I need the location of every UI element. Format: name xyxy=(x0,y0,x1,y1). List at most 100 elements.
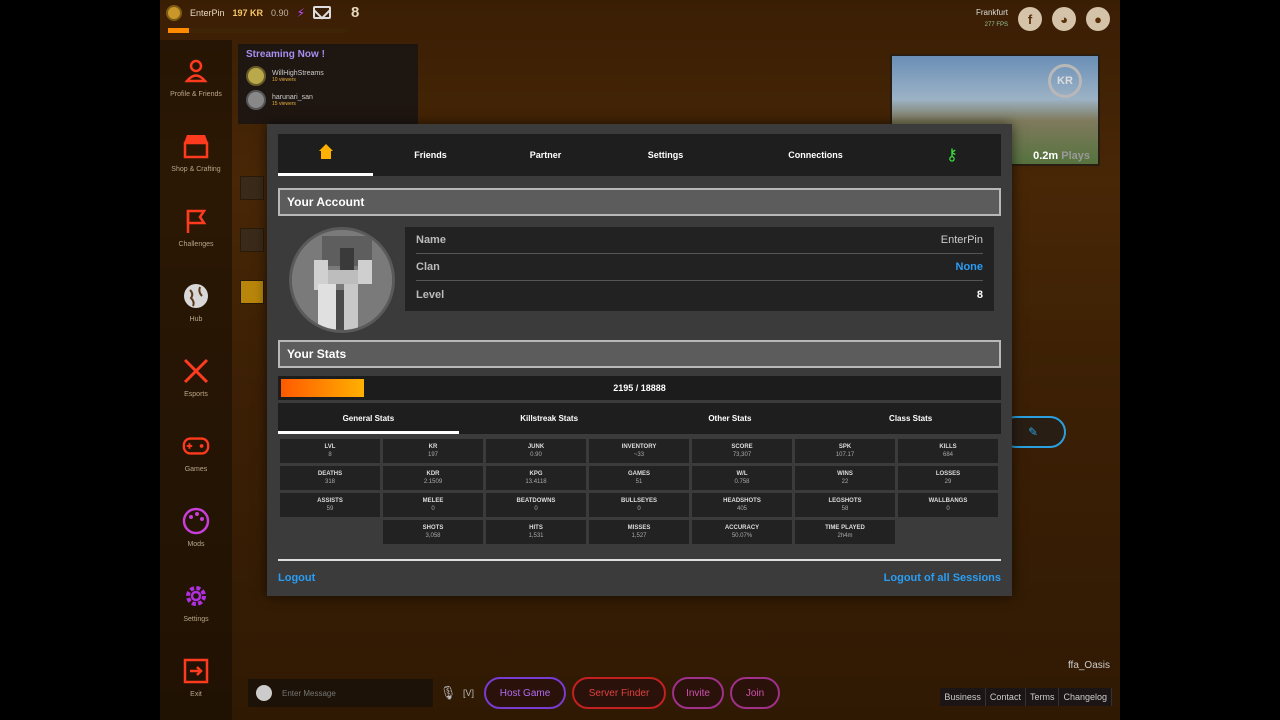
stat-name: KR xyxy=(428,444,438,450)
tab-class-stats[interactable]: Class Stats xyxy=(820,403,1001,434)
stat-cell: SCORE 73,307 xyxy=(692,439,792,463)
sidebar-item-hub[interactable]: Hub xyxy=(160,265,232,340)
stat-cell: HITS 1,531 xyxy=(486,520,586,544)
tab-other-stats[interactable]: Other Stats xyxy=(640,403,821,434)
stat-value: 2.1509 xyxy=(423,479,443,485)
stat-cell: LEGSHOTS 58 xyxy=(795,493,895,517)
sidebar-item-settings[interactable]: Settings xyxy=(160,565,232,640)
xp-progress-text: 2195 / 18888 xyxy=(613,383,666,393)
stat-cell: ACCURACY 50.07% xyxy=(692,520,792,544)
footer-links: Business Contact Terms Changelog xyxy=(940,688,1112,706)
stat-value: 29 xyxy=(944,479,952,485)
main-sidebar: Profile & Friends Shop & Crafting Challe… xyxy=(160,40,232,720)
side-thumbnail[interactable] xyxy=(240,228,264,252)
stats-row: SHOTS 3,058 HITS 1,531 MISSES 1,527 ACCURACY 50… xyxy=(280,520,999,544)
xp-progress-bar: 2195 / 18888 xyxy=(278,376,1001,400)
stream-viewers: 15 viewers xyxy=(272,100,296,107)
sidebar-label: Games xyxy=(184,466,208,473)
stat-name: BEATDOWNS xyxy=(516,498,556,504)
tab-connections[interactable]: Connections xyxy=(728,134,903,176)
preview-plays: 0.2m Plays xyxy=(1033,150,1090,162)
mail-icon[interactable] xyxy=(313,6,332,19)
top-hud: EnterPin 197 KR 0.90 ⚡ 8 Frankfurt 277 F… xyxy=(160,0,1120,36)
streamer-avatar xyxy=(246,90,266,110)
swords-icon xyxy=(182,357,210,385)
stat-name: KILLS xyxy=(939,444,957,450)
sidebar-item-exit[interactable]: Exit xyxy=(160,640,232,715)
globe-icon xyxy=(182,282,210,310)
sidebar-item-games[interactable]: Games xyxy=(160,415,232,490)
tab-friends[interactable]: Friends xyxy=(373,134,488,176)
chat-input[interactable] xyxy=(282,688,422,698)
sidebar-item-esports[interactable]: Esports xyxy=(160,340,232,415)
stat-value: 51 xyxy=(635,479,643,485)
hud-kr: 197 KR xyxy=(232,7,264,18)
sidebar-item-challenges[interactable]: Challenges xyxy=(160,190,232,265)
mic-muted-icon[interactable]: 🎙 xyxy=(439,684,457,702)
discord-icon[interactable]: ◕ xyxy=(1052,7,1076,31)
reddit-icon[interactable]: ● xyxy=(1086,7,1110,31)
stats-row: LVL 8 KR 197 JUNK 0.90 INVENTORY ~33 SCORE 73,307… xyxy=(280,439,999,463)
invite-button[interactable]: Invite xyxy=(672,677,725,709)
stat-value: 684 xyxy=(942,452,953,458)
stat-cell: BEATDOWNS 0 xyxy=(486,493,586,517)
stat-cell: ASSISTS 59 xyxy=(280,493,380,517)
stat-value: 197 xyxy=(427,452,438,458)
stat-name: GAMES xyxy=(627,471,650,477)
facebook-icon[interactable]: f xyxy=(1018,7,1042,31)
kr-badge-icon: KR xyxy=(1048,64,1082,98)
stats-grid: LVL 8 KR 197 JUNK 0.90 INVENTORY ~33 SCORE 73,307… xyxy=(280,439,999,547)
shop-icon xyxy=(182,132,210,160)
server-finder-button[interactable]: Server Finder xyxy=(572,677,667,709)
stat-name: SHOTS xyxy=(422,525,444,531)
stat-value: 22 xyxy=(841,479,849,485)
streaming-title: Streaming Now ! xyxy=(246,49,325,60)
tab-killstreak-stats[interactable]: Killstreak Stats xyxy=(459,403,640,434)
stat-cell: WINS 22 xyxy=(795,466,895,490)
stat-value: 0 xyxy=(637,506,641,512)
logout-all-sessions-link[interactable]: Logout of all Sessions xyxy=(884,572,1001,584)
side-thumbnail[interactable] xyxy=(240,176,264,200)
tab-settings[interactable]: Settings xyxy=(603,134,728,176)
tab-general-stats[interactable]: General Stats xyxy=(278,403,459,434)
stat-name: KDR xyxy=(426,471,440,477)
stream-viewers: 10 viewers xyxy=(272,76,296,83)
sidebar-item-shop[interactable]: Shop & Crafting xyxy=(160,115,232,190)
footer-link-changelog[interactable]: Changelog xyxy=(1059,688,1112,706)
clan-value-link[interactable]: None xyxy=(956,261,984,273)
streamer-name: harunari_san xyxy=(272,93,313,101)
side-thumbnail[interactable] xyxy=(240,280,264,304)
tab-key[interactable]: ⚷ xyxy=(903,134,1001,176)
logout-link[interactable]: Logout xyxy=(278,572,315,584)
server-fps: 277 FPS xyxy=(984,22,1008,28)
chat-globe-icon[interactable] xyxy=(256,685,272,701)
footer-link-terms[interactable]: Terms xyxy=(1025,688,1060,706)
account-info: Name EnterPin Clan None Level 8 xyxy=(405,227,994,311)
stat-value: 13.4118 xyxy=(525,479,547,485)
stat-cell: SHOTS 3,058 xyxy=(383,520,483,544)
flag-icon xyxy=(182,207,210,235)
stat-name: TIME PLAYED xyxy=(825,525,865,531)
stat-name: MISSES xyxy=(627,525,651,531)
avatar[interactable] xyxy=(289,227,395,333)
tab-partner[interactable]: Partner xyxy=(488,134,603,176)
stat-cell: MELEE 0 xyxy=(383,493,483,517)
stream-item[interactable]: harunari_san 15 viewers xyxy=(246,88,410,112)
footer-link-business[interactable]: Business xyxy=(940,688,986,706)
plays-label: Plays xyxy=(1061,150,1090,162)
server-info[interactable]: Frankfurt 277 FPS xyxy=(976,6,1008,32)
sidebar-label: Shop & Crafting xyxy=(171,166,221,173)
stat-value: 0 xyxy=(946,506,950,512)
stat-name: WALLBANGS xyxy=(928,498,968,504)
stat-name: SPK xyxy=(838,444,852,450)
join-button[interactable]: Join xyxy=(730,677,781,709)
stat-cell: KPG 13.4118 xyxy=(486,466,586,490)
sidebar-item-profile[interactable]: Profile & Friends xyxy=(160,40,232,115)
stat-name: KPG xyxy=(529,471,543,477)
host-game-button[interactable]: Host Game xyxy=(484,677,567,709)
footer-link-contact[interactable]: Contact xyxy=(985,688,1026,706)
stream-item[interactable]: WillHighStreams 10 viewers xyxy=(246,64,410,88)
sidebar-item-mods[interactable]: Mods xyxy=(160,490,232,565)
stat-value: 318 xyxy=(324,479,335,485)
tab-home[interactable] xyxy=(278,134,373,176)
